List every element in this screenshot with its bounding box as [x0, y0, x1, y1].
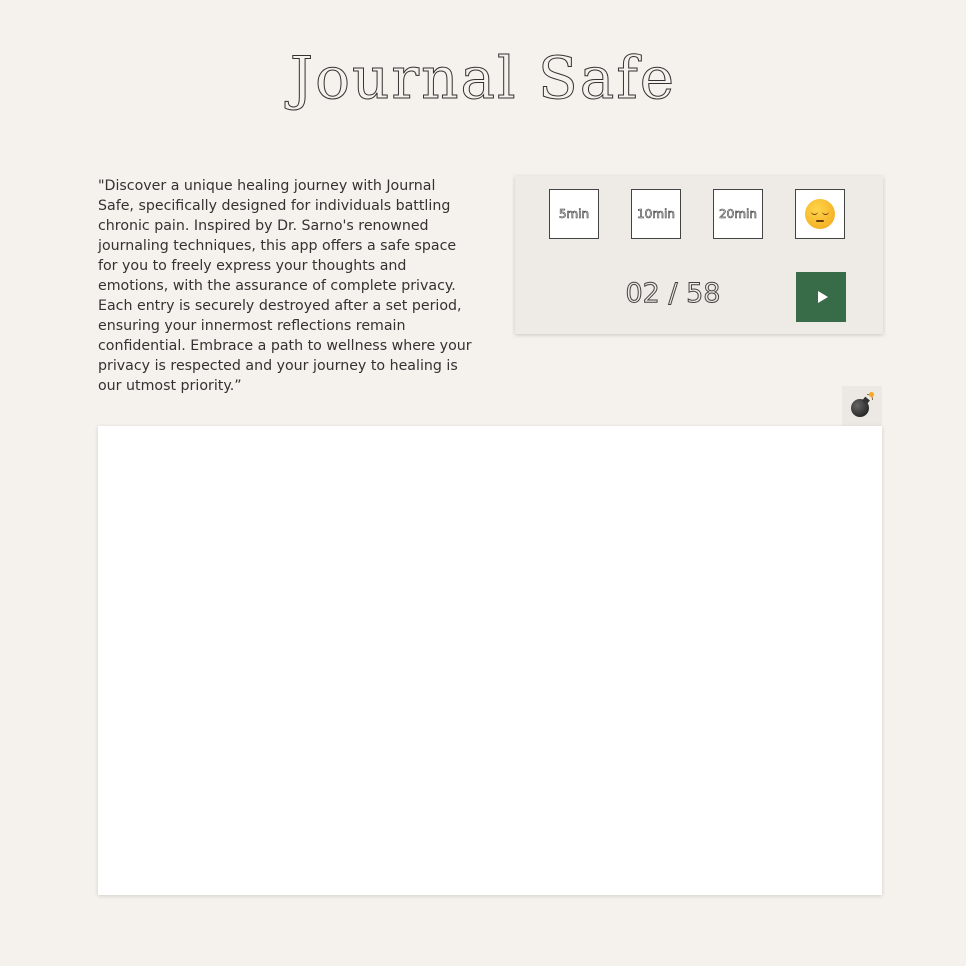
app-title: Journal Safe [289, 44, 677, 113]
destroy-button[interactable] [842, 386, 882, 426]
mood-button[interactable] [795, 189, 845, 239]
timer-10min-button[interactable]: 10min [631, 189, 681, 239]
intro-text: "Discover a unique healing journey with … [98, 178, 472, 394]
pensive-face-icon [805, 199, 835, 229]
control-panel: 5min 10min 20min 02 / 58 [515, 176, 883, 334]
timer-5min-button[interactable]: 5min [549, 189, 599, 239]
timer-20min-button[interactable]: 20min [713, 189, 763, 239]
play-button[interactable] [796, 272, 846, 322]
journal-entry-textarea[interactable] [98, 426, 882, 895]
entry-counter: 02 / 58 [625, 278, 721, 310]
bomb-icon [850, 392, 874, 418]
page: Journal Safe "Discover a unique healing … [0, 0, 966, 966]
play-icon [817, 291, 828, 303]
